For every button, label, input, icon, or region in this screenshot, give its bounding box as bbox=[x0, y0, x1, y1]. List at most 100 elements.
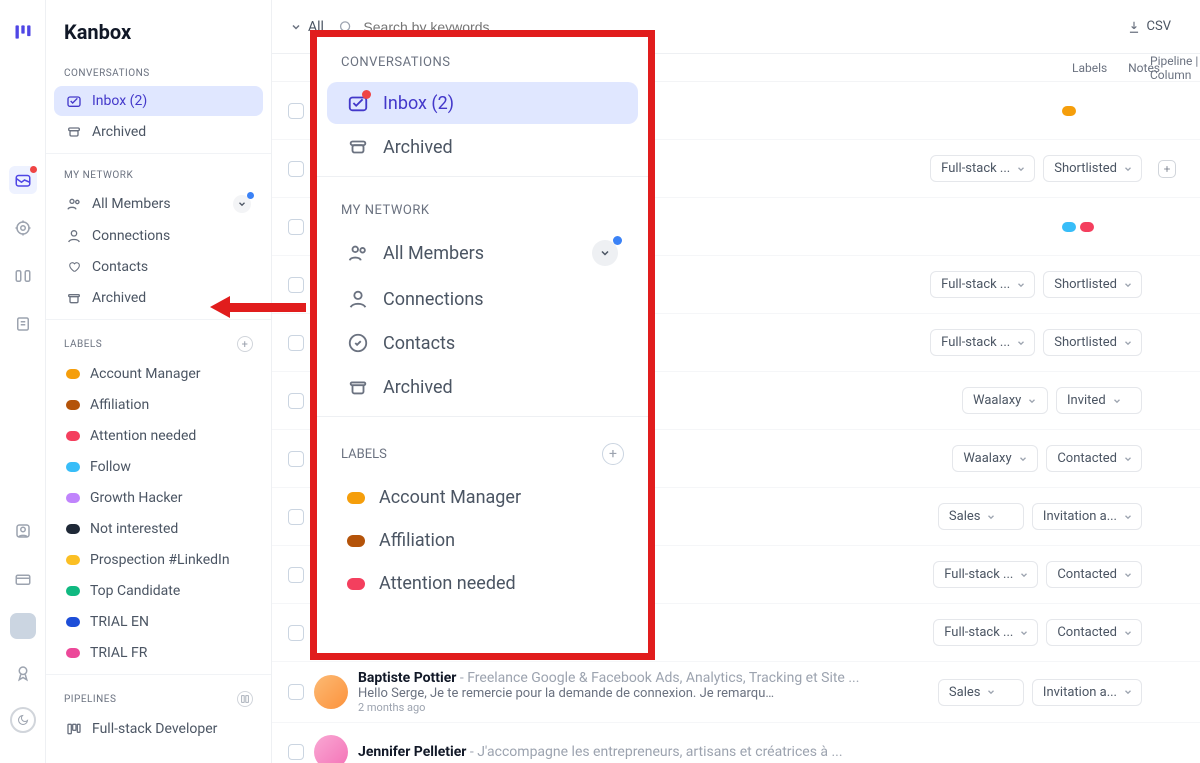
row-text: Jennifer Pelletier - J'accompagne les en… bbox=[358, 744, 1182, 760]
add-label-button[interactable]: + bbox=[602, 443, 624, 465]
row-labels bbox=[1062, 106, 1076, 116]
chevron-down-icon[interactable] bbox=[233, 195, 251, 213]
sidebar-connections[interactable]: Connections bbox=[54, 221, 263, 251]
sidebar-label-item[interactable]: Growth Hacker bbox=[54, 483, 263, 513]
row-checkbox[interactable] bbox=[288, 277, 304, 293]
stage-select[interactable]: Contacted bbox=[1046, 619, 1142, 646]
pipeline-select[interactable]: Sales bbox=[938, 503, 1024, 530]
icon-rail bbox=[0, 0, 46, 763]
contact-avatar bbox=[314, 735, 348, 763]
label-color-dot bbox=[66, 524, 80, 534]
stage-select[interactable]: Shortlisted bbox=[1043, 155, 1142, 182]
sidebar-archived[interactable]: Archived bbox=[54, 117, 263, 147]
theme-toggle-icon[interactable] bbox=[10, 707, 36, 733]
sidebar: Kanbox CONVERSATIONS Inbox (2) Archived … bbox=[46, 0, 272, 763]
ov-inbox[interactable]: Inbox (2) bbox=[327, 82, 638, 124]
sidebar-label-item[interactable]: Follow bbox=[54, 452, 263, 482]
award-rail-icon[interactable] bbox=[9, 659, 37, 687]
sidebar-label-item[interactable]: Top Candidate bbox=[54, 576, 263, 606]
row-checkbox[interactable] bbox=[288, 161, 304, 177]
row-checkbox[interactable] bbox=[288, 451, 304, 467]
ov-all-members[interactable]: All Members bbox=[327, 230, 638, 276]
ov-label-item[interactable]: Affiliation bbox=[327, 520, 638, 561]
label-text: Account Manager bbox=[379, 487, 521, 508]
stage-select[interactable]: Invitation a... bbox=[1032, 503, 1142, 530]
ov-label-item[interactable]: Attention needed bbox=[327, 563, 638, 604]
col-labels: Labels bbox=[1072, 61, 1107, 75]
stage-select[interactable]: Shortlisted bbox=[1043, 271, 1142, 298]
row-checkbox[interactable] bbox=[288, 625, 304, 641]
row-label-pill bbox=[1062, 106, 1076, 116]
pipeline-select[interactable]: Waalaxy bbox=[962, 387, 1048, 414]
row-checkbox[interactable] bbox=[288, 744, 304, 760]
stage-select[interactable]: Contacted bbox=[1046, 445, 1142, 472]
pipeline-select[interactable]: Full-stack ... bbox=[933, 619, 1038, 646]
stage-select[interactable]: Contacted bbox=[1046, 561, 1142, 588]
notes-rail-icon[interactable] bbox=[9, 310, 37, 338]
heart-icon bbox=[347, 332, 369, 354]
label-color-dot bbox=[66, 648, 80, 658]
ov-contacts[interactable]: Contacts bbox=[327, 322, 638, 364]
pipeline-select[interactable]: Waalaxy bbox=[952, 445, 1038, 472]
user-avatar[interactable] bbox=[10, 613, 36, 639]
pipeline-select[interactable]: Full-stack ... bbox=[930, 155, 1035, 182]
label-color-dot bbox=[66, 493, 80, 503]
label-text: Affiliation bbox=[90, 397, 149, 413]
pipeline-select[interactable]: Sales bbox=[938, 679, 1024, 706]
chevron-down-icon[interactable] bbox=[592, 240, 618, 266]
row-checkbox[interactable] bbox=[288, 335, 304, 351]
pipeline-select[interactable]: Full-stack ... bbox=[933, 561, 1038, 588]
label-text: Affiliation bbox=[379, 530, 455, 551]
row-label-pill bbox=[1080, 222, 1094, 232]
logo-icon[interactable] bbox=[9, 18, 37, 46]
row-checkbox[interactable] bbox=[288, 103, 304, 119]
stage-select[interactable]: Shortlisted bbox=[1043, 329, 1142, 356]
stage-select[interactable]: Invitation a... bbox=[1032, 679, 1142, 706]
add-label-button[interactable]: + bbox=[237, 336, 253, 352]
download-icon bbox=[1127, 20, 1141, 34]
sidebar-label-item[interactable]: Attention needed bbox=[54, 421, 263, 451]
label-color-dot bbox=[347, 578, 365, 590]
contacts-rail-icon[interactable] bbox=[9, 517, 37, 545]
sidebar-all-members[interactable]: All Members bbox=[54, 188, 263, 220]
ov-label-item[interactable]: Account Manager bbox=[327, 477, 638, 518]
label-color-dot bbox=[347, 535, 365, 547]
label-text: Account Manager bbox=[90, 366, 201, 382]
labels-heading: LABELS+ bbox=[46, 326, 271, 358]
contact-row[interactable]: Jennifer Pelletier - J'accompagne les en… bbox=[272, 723, 1200, 763]
sidebar-label-item[interactable]: Account Manager bbox=[54, 359, 263, 389]
sidebar-contacts[interactable]: Contacts bbox=[54, 252, 263, 282]
ov-connections[interactable]: Connections bbox=[327, 278, 638, 320]
sidebar-pipeline-item[interactable]: Full-stack Developer bbox=[54, 714, 263, 744]
note-button[interactable] bbox=[1158, 160, 1176, 178]
billing-rail-icon[interactable] bbox=[9, 565, 37, 593]
sidebar-label-item[interactable]: Not interested bbox=[54, 514, 263, 544]
label-color-dot bbox=[66, 555, 80, 565]
row-checkbox[interactable] bbox=[288, 393, 304, 409]
ov-net-archived[interactable]: Archived bbox=[327, 366, 638, 408]
pipeline-rail-icon[interactable] bbox=[9, 262, 37, 290]
sidebar-label-item[interactable]: Prospection #LinkedIn bbox=[54, 545, 263, 575]
pipelines-heading: PIPELINES bbox=[46, 681, 271, 713]
sidebar-inbox-label: Inbox (2) bbox=[92, 93, 147, 109]
row-pipeline-selects: Sales Invitation a... bbox=[938, 679, 1142, 706]
stage-select[interactable]: Invited bbox=[1056, 387, 1142, 414]
ov-archived[interactable]: Archived bbox=[327, 126, 638, 168]
sidebar-label-item[interactable]: Affiliation bbox=[54, 390, 263, 420]
sidebar-inbox[interactable]: Inbox (2) bbox=[54, 86, 263, 116]
sidebar-label-item[interactable]: TRIAL FR bbox=[54, 638, 263, 668]
label-text: Attention needed bbox=[379, 573, 516, 594]
row-checkbox[interactable] bbox=[288, 219, 304, 235]
add-pipeline-button[interactable] bbox=[237, 691, 253, 707]
pipeline-select[interactable]: Full-stack ... bbox=[930, 329, 1035, 356]
target-rail-icon[interactable] bbox=[9, 214, 37, 242]
csv-export-button[interactable]: CSV bbox=[1116, 12, 1182, 41]
row-checkbox[interactable] bbox=[288, 684, 304, 700]
inbox-rail-icon[interactable] bbox=[9, 166, 37, 194]
row-checkbox[interactable] bbox=[288, 509, 304, 525]
row-checkbox[interactable] bbox=[288, 567, 304, 583]
row-pipeline-selects: Full-stack ... Contacted bbox=[933, 561, 1142, 588]
pipeline-select[interactable]: Full-stack ... bbox=[930, 271, 1035, 298]
sidebar-label-item[interactable]: TRIAL EN bbox=[54, 607, 263, 637]
contact-row[interactable]: Baptiste Pottier - Freelance Google & Fa… bbox=[272, 662, 1200, 723]
